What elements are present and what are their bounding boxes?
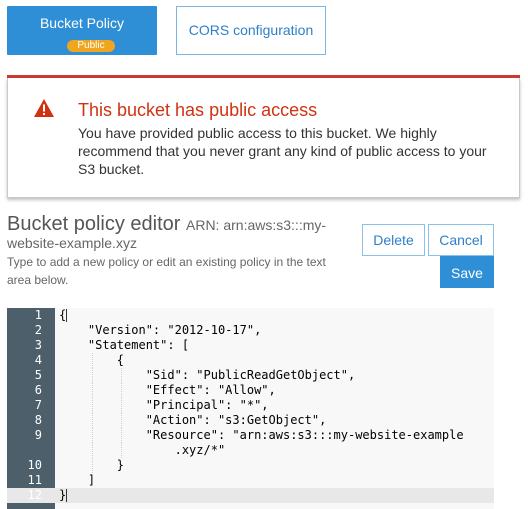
code-line: 12}: [7, 488, 494, 503]
line-number: 12: [27, 488, 42, 502]
code-line: .xyz/*": [7, 443, 494, 458]
alert-title: This bucket has public access: [78, 100, 318, 120]
policy-code-editor[interactable]: 1{2 "Version": "2012-10-17", 3 "Statement…: [7, 308, 494, 509]
code-text: }: [59, 488, 67, 502]
tab-bucket-policy[interactable]: Bucket Policy Public: [7, 6, 157, 55]
code-line: 6 "Effect": "Allow",: [7, 383, 494, 398]
line-number: 6: [34, 383, 42, 397]
code-text: ]: [59, 473, 96, 487]
tab-bucket-policy-label: Bucket Policy: [39, 15, 125, 31]
code-text: {: [59, 308, 67, 322]
code-line: 10 }: [7, 458, 494, 473]
bucket-arn: ARN: arn:aws:s3:::my-website-example.xyz: [7, 217, 327, 251]
save-button[interactable]: Save: [440, 256, 494, 288]
code-text: .xyz/*": [59, 443, 226, 457]
code-text: "Principal": "*",: [59, 398, 269, 412]
code-text: "Sid": "PublicReadGetObject",: [59, 368, 356, 382]
line-number: 3: [34, 338, 42, 352]
code-text: "Action": "s3:GetObject",: [59, 413, 327, 427]
code-line: 1{: [7, 308, 494, 323]
code-line: 4 {: [7, 353, 494, 368]
code-text: "Statement": [: [59, 338, 190, 352]
line-number: 5: [34, 368, 42, 382]
code-text: {: [59, 353, 125, 367]
line-number: 11: [27, 473, 42, 487]
tab-cors-configuration[interactable]: CORS configuration: [176, 6, 326, 55]
code-line: 2 "Version": "2012-10-17",: [7, 323, 494, 338]
line-number: 1: [34, 308, 42, 322]
line-number: 8: [34, 413, 42, 427]
code-line: 11 ]: [7, 473, 494, 488]
code-text: }: [59, 458, 125, 472]
warning-icon: [34, 99, 54, 117]
alert-message: You have provided public access to this …: [78, 125, 487, 177]
line-number: 2: [34, 323, 42, 337]
code-line: 7 "Principal": "*",: [7, 398, 494, 413]
cancel-button[interactable]: Cancel: [428, 224, 494, 256]
code-line: 5 "Sid": "PublicReadGetObject",: [7, 368, 494, 383]
line-number: 10: [27, 458, 42, 472]
line-number: 4: [34, 353, 42, 367]
code-text: "Version": "2012-10-17",: [59, 323, 262, 337]
code-text: "Effect": "Allow",: [59, 383, 276, 397]
delete-button[interactable]: Delete: [362, 224, 425, 256]
code-line: 8 "Action": "s3:GetObject",: [7, 413, 494, 428]
code-text: "Resource": "arn:aws:s3:::my-website-exa…: [59, 428, 464, 442]
code-line: 9 "Resource": "arn:aws:s3:::my-website-e…: [7, 428, 494, 443]
public-badge: Public: [67, 40, 115, 52]
editor-hint: Type to add a new policy or edit an exis…: [7, 255, 326, 287]
line-number: 9: [34, 428, 42, 442]
text-cursor: [66, 309, 68, 322]
line-number: 7: [34, 398, 42, 412]
text-cursor: [66, 489, 68, 502]
code-line: 3 "Statement": [: [7, 338, 494, 353]
